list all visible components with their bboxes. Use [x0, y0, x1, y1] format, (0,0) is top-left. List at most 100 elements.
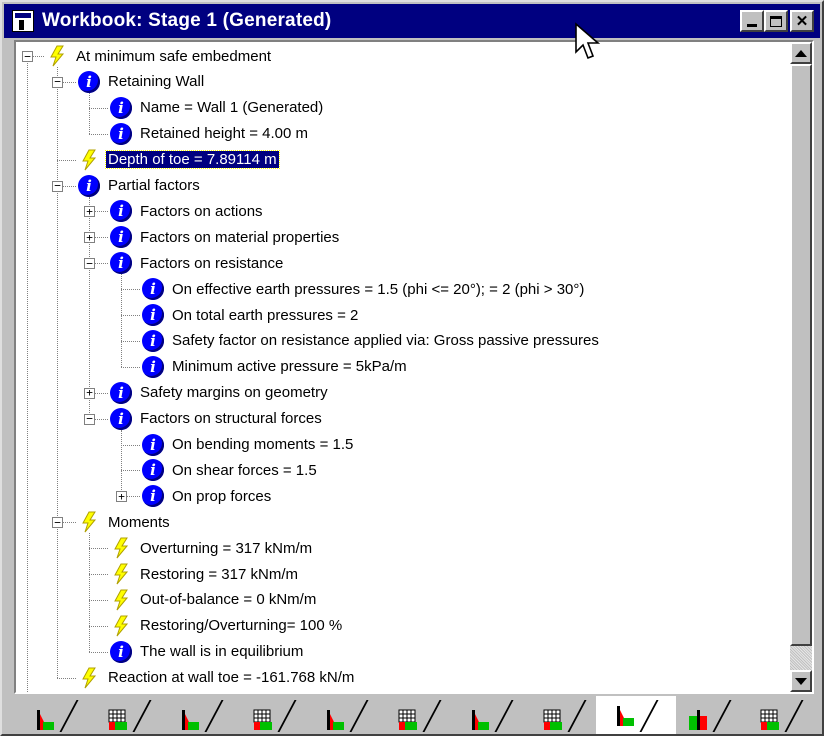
tree-node[interactable]: Moments [78, 509, 170, 535]
tree-connector-line [89, 533, 90, 652]
tree-node-label: On bending moments = 1.5 [172, 436, 354, 453]
close-icon: ✕ [795, 12, 809, 30]
grid-diagram-icon[interactable] [107, 708, 129, 730]
lightning-icon [110, 589, 132, 611]
workbook-icon[interactable] [12, 10, 34, 32]
info-icon: i [142, 329, 164, 352]
wall-diagram-icon[interactable] [469, 708, 491, 730]
tab-separator [711, 700, 732, 732]
tree-node-label: Safety margins on geometry [140, 384, 328, 402]
tree-node[interactable]: i The wall is in equilibrium [110, 639, 303, 665]
tree-node-label: Safety factor on resistance applied via:… [172, 332, 599, 350]
collapse-button[interactable]: − [52, 76, 63, 88]
tree-node[interactable]: Restoring = 317 kNm/m [110, 561, 298, 587]
info-icon: i [110, 122, 132, 145]
tree-node-label: Minimum active pressure = 5kPa/m [172, 358, 407, 376]
collapse-button[interactable]: − [52, 179, 63, 192]
tree-node[interactable]: i Factors on material properties [110, 224, 339, 250]
tree-node[interactable]: Overturning = 317 kNm/m [110, 535, 312, 561]
tree-node[interactable]: Depth of toe = 7.89114 m [78, 147, 280, 173]
minimize-icon [747, 23, 757, 27]
scroll-up-button[interactable] [790, 42, 812, 64]
collapse-button[interactable]: − [52, 515, 63, 529]
tree-node-label: Out-of-balance = 0 kNm/m [140, 591, 317, 609]
title-bar[interactable]: Workbook: Stage 1 (Generated) ✕ [4, 4, 820, 38]
tree-connector-line [89, 92, 90, 134]
tree-node[interactable]: i On effective earth pressures = 1.5 (phi… [142, 276, 584, 302]
tree-node[interactable]: i Safety margins on geometry [110, 380, 328, 406]
expand-button[interactable]: + [84, 232, 95, 244]
tree-node[interactable]: i Retaining Wall [78, 69, 204, 95]
tree-connector-line [27, 56, 28, 692]
tree-connector-line [89, 133, 108, 135]
minus-icon: − [54, 515, 61, 529]
maximize-button[interactable] [764, 10, 788, 32]
grid-diagram-icon[interactable] [397, 708, 419, 730]
info-icon: i [110, 640, 132, 663]
wall-diagram-icon[interactable] [34, 708, 56, 730]
minus-icon: − [86, 412, 93, 426]
wall-diagram-icon[interactable] [614, 704, 636, 726]
tree-node[interactable]: i Name = Wall 1 (Generated) [110, 95, 323, 121]
tab-separator [59, 700, 79, 732]
split-diagram-icon[interactable] [687, 708, 709, 730]
wall-diagram-icon[interactable] [179, 708, 201, 730]
tree-node[interactable]: At minimum safe embedment [46, 43, 271, 69]
tree-connector-line [89, 625, 108, 627]
collapse-button[interactable]: − [84, 412, 95, 426]
tree-node[interactable]: i On prop forces [142, 483, 271, 509]
lightning-icon [78, 667, 100, 689]
tree-node[interactable]: i On total earth pressures = 2 [142, 302, 358, 328]
wall-diagram-icon[interactable] [324, 708, 346, 730]
grid-diagram-icon[interactable] [542, 708, 564, 730]
tree-node[interactable]: Restoring/Overturning= 100 % [110, 613, 342, 639]
minus-icon: − [54, 179, 61, 192]
scroll-thumb[interactable] [790, 64, 812, 646]
arrow-down-icon [795, 677, 807, 685]
tree-node-label: At minimum safe embedment [76, 47, 272, 65]
expand-button[interactable]: + [84, 204, 95, 218]
maximize-icon [770, 15, 782, 27]
tree-node[interactable]: i Minimum active pressure = 5kPa/m [142, 354, 407, 380]
vertical-scrollbar[interactable] [790, 42, 812, 692]
window-title: Workbook: Stage 1 (Generated) [42, 10, 332, 31]
plus-icon: + [86, 204, 93, 218]
grid-diagram-icon[interactable] [759, 708, 781, 730]
info-icon: i [110, 200, 132, 223]
tree-node[interactable]: i Partial factors [78, 173, 200, 199]
tree-view[interactable]: − At minimum safe embedment − i Retaining Wa… [16, 42, 790, 692]
tree-node[interactable]: i Retained height = 4.00 m [110, 121, 308, 147]
tree-node[interactable]: i Safety factor on resistance applied via… [142, 328, 599, 354]
tree-node[interactable]: i Factors on structural forces [110, 406, 322, 432]
tree-connector-line [121, 444, 140, 446]
collapse-button[interactable]: − [22, 51, 33, 62]
close-button[interactable]: ✕ [790, 10, 814, 32]
tree-node-label: Name = Wall 1 (Generated) [140, 99, 324, 117]
tab-separator [276, 700, 297, 732]
grid-diagram-icon[interactable] [252, 708, 274, 730]
tree-node-label: Factors on actions [140, 202, 263, 220]
info-icon: i [110, 252, 132, 275]
tree-node[interactable]: Out-of-balance = 0 kNm/m [110, 587, 316, 613]
tree-node-label: Restoring = 317 kNm/m [140, 565, 298, 583]
info-icon: i [142, 304, 164, 326]
lightning-icon [46, 45, 68, 67]
scroll-down-button[interactable] [790, 670, 812, 692]
minimize-button[interactable] [740, 10, 764, 32]
tree-node[interactable]: i On shear forces = 1.5 [142, 457, 317, 483]
lightning-icon [110, 563, 132, 585]
tree-node[interactable]: i On bending moments = 1.5 [142, 432, 353, 458]
lightning-icon [110, 537, 132, 559]
info-icon: i [110, 381, 132, 404]
expand-button[interactable]: + [84, 387, 95, 399]
collapse-button[interactable]: − [84, 258, 95, 270]
lightning-icon [78, 149, 100, 171]
tree-node[interactable]: i Factors on actions [110, 198, 263, 224]
expand-button[interactable]: + [116, 491, 127, 503]
tree-connector-line [89, 107, 108, 109]
arrow-up-icon [795, 49, 807, 57]
tab-separator [566, 700, 587, 732]
tree-node[interactable]: Reaction at wall toe = -161.768 kN/m [78, 665, 354, 691]
tree-node[interactable]: i Factors on resistance [110, 250, 283, 276]
tree-node-label: Partial factors [108, 177, 200, 194]
